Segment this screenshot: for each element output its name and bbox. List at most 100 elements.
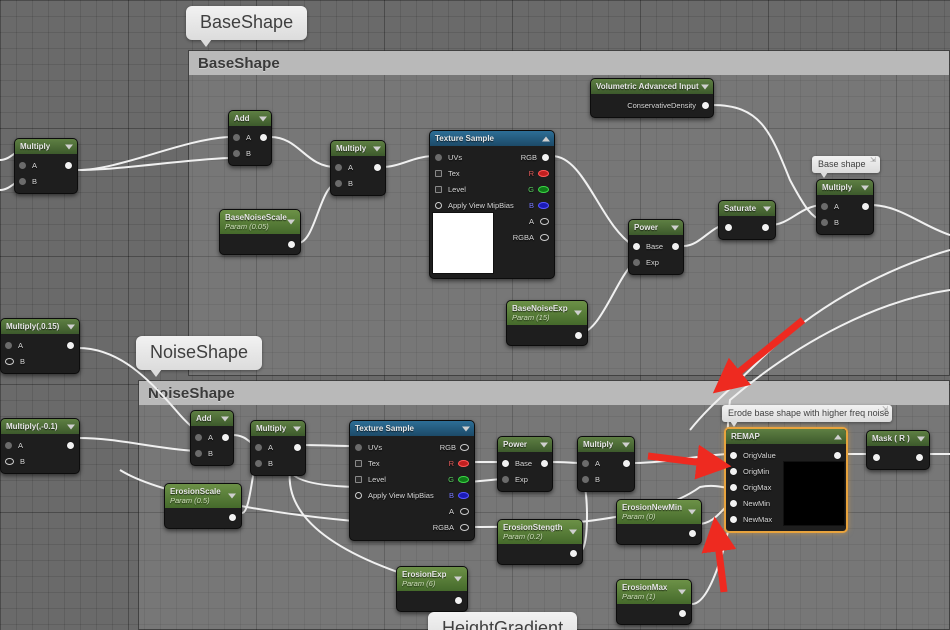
output-pin-icon[interactable] xyxy=(542,153,549,161)
pin-row[interactable]: ConservativeDensity xyxy=(591,97,713,113)
input-pin-icon[interactable] xyxy=(730,467,737,475)
pin-row[interactable]: A xyxy=(1,437,79,453)
pin-row[interactable]: B xyxy=(1,353,79,369)
node-remap[interactable]: REMAP OrigValue OrigMin OrigMax NewMin N… xyxy=(724,427,848,533)
pin-row[interactable]: A xyxy=(1,337,79,353)
comment-title-bar[interactable]: NoiseShape xyxy=(139,381,949,405)
input-pin-icon[interactable] xyxy=(5,341,12,349)
pill-erode-note[interactable]: Erode base shape with higher freq noise … xyxy=(722,405,892,427)
input-pin-icon[interactable] xyxy=(435,185,442,193)
node-header[interactable]: Mask ( R ) xyxy=(867,431,929,446)
input-pin-icon[interactable] xyxy=(435,201,442,209)
pin-row[interactable]: A xyxy=(15,157,77,173)
input-pin-icon[interactable] xyxy=(821,218,828,226)
input-pin-icon[interactable] xyxy=(633,242,640,250)
output-pin-icon[interactable] xyxy=(916,453,923,461)
pin-row[interactable]: A xyxy=(578,455,634,471)
pill-baseshape[interactable]: BaseShape xyxy=(186,6,308,47)
input-pin-icon[interactable] xyxy=(502,459,509,467)
chevron-down-icon[interactable] xyxy=(688,509,696,515)
output-pin-icon[interactable] xyxy=(374,163,381,171)
output-pin-icon[interactable] xyxy=(862,202,869,210)
pin-row[interactable]: Base xyxy=(498,455,552,471)
pin-row[interactable]: B xyxy=(578,471,634,487)
output-pin-icon[interactable] xyxy=(689,530,696,537)
output-pin-icon-red[interactable] xyxy=(458,459,469,467)
chevron-down-icon[interactable] xyxy=(763,206,771,211)
input-pin-icon[interactable] xyxy=(5,457,14,465)
node-header[interactable]: Power xyxy=(498,437,552,452)
node-multiply-baseshape-out[interactable]: Multiply A B xyxy=(816,179,874,235)
node-header[interactable]: Multiply xyxy=(15,139,77,154)
output-pin-icon[interactable] xyxy=(623,459,630,467)
node-header[interactable]: Add xyxy=(229,111,271,126)
chevron-down-icon[interactable] xyxy=(622,442,630,447)
input-pin-icon[interactable] xyxy=(19,161,26,169)
node-header[interactable]: BaseNoiseScale Param (0.05) xyxy=(220,210,300,234)
node-header[interactable]: ErosionScale Param (0.5) xyxy=(165,484,241,508)
input-pin-icon[interactable] xyxy=(730,483,737,491)
input-pin-icon[interactable] xyxy=(255,443,262,451)
node-header[interactable]: REMAP xyxy=(726,429,846,444)
chevron-down-icon[interactable] xyxy=(671,225,679,230)
node-multiply-left-3[interactable]: Multiply(,-0.1) A B xyxy=(0,418,80,474)
input-pin-icon[interactable] xyxy=(195,449,202,457)
node-graph-canvas[interactable]: BaseShape NoiseShape BaseShape NoiseShap… xyxy=(0,0,950,630)
pin-row[interactable]: A xyxy=(331,159,385,175)
node-header[interactable]: Multiply xyxy=(251,421,305,436)
node-texture-sample-baseshape[interactable]: Texture Sample UVs RGB Tex R Level G App… xyxy=(429,130,555,279)
node-header[interactable]: BaseNoiseExp Param (15) xyxy=(507,301,587,325)
input-pin-icon[interactable] xyxy=(582,475,589,483)
node-header[interactable]: Texture Sample xyxy=(350,421,474,436)
output-pin-icon[interactable] xyxy=(762,223,769,231)
output-pin-icon[interactable] xyxy=(541,459,548,467)
chevron-down-icon[interactable] xyxy=(259,116,267,121)
chevron-up-icon[interactable] xyxy=(542,136,550,141)
pin-row[interactable]: UVs RGB xyxy=(430,149,554,165)
output-pin-icon[interactable] xyxy=(65,161,72,169)
input-pin-icon[interactable] xyxy=(335,163,342,171)
pill-heightgradient[interactable]: HeightGradient xyxy=(428,612,578,630)
input-pin-icon[interactable] xyxy=(502,475,509,483)
chevron-up-icon[interactable] xyxy=(834,434,842,439)
node-param-basenoisescale[interactable]: BaseNoiseScale Param (0.05) xyxy=(219,209,301,255)
node-param-erosionnewmin[interactable]: ErosionNewMin Param (0) xyxy=(616,499,702,545)
comment-title-bar[interactable]: BaseShape xyxy=(189,51,949,75)
output-pin-icon[interactable] xyxy=(67,341,74,349)
chevron-down-icon[interactable] xyxy=(287,219,295,225)
input-pin-icon[interactable] xyxy=(633,258,640,266)
node-param-basenoiseexp[interactable]: BaseNoiseExp Param (15) xyxy=(506,300,588,346)
node-param-erosionstength[interactable]: ErosionStength Param (0.2) xyxy=(497,519,583,565)
node-param-erosionmax[interactable]: ErosionMax Param (1) xyxy=(616,579,692,625)
node-header[interactable]: Add xyxy=(191,411,233,426)
output-pin-icon[interactable] xyxy=(672,242,679,250)
input-pin-icon[interactable] xyxy=(730,451,737,459)
node-volumetric-advanced-input[interactable]: Volumetric Advanced Input ConservativeDe… xyxy=(590,78,714,118)
pill-base-shape-note[interactable]: Base shape ⇲ xyxy=(812,156,880,178)
chevron-down-icon[interactable] xyxy=(569,529,577,535)
input-pin-icon[interactable] xyxy=(5,441,12,449)
resize-grip-icon[interactable]: ⇲ xyxy=(870,157,877,167)
output-pin-icon[interactable] xyxy=(260,133,267,141)
input-pin-icon[interactable] xyxy=(435,169,442,177)
node-power-baseshape[interactable]: Power Base Exp xyxy=(628,219,684,275)
pin-row[interactable]: B xyxy=(15,173,77,189)
output-pin-icon-blue[interactable] xyxy=(458,491,469,499)
output-pin-icon[interactable] xyxy=(702,101,709,109)
pin-row[interactable]: Tex R xyxy=(350,455,474,471)
output-pin-icon[interactable] xyxy=(460,523,469,531)
output-pin-icon-green[interactable] xyxy=(538,185,549,193)
pin-row[interactable]: A xyxy=(817,198,873,214)
pin-row[interactable]: B xyxy=(229,145,271,161)
output-pin-icon[interactable] xyxy=(575,332,582,339)
node-header[interactable]: ErosionExp Param (6) xyxy=(397,567,467,591)
input-pin-icon[interactable] xyxy=(195,433,202,441)
node-header[interactable]: ErosionMax Param (1) xyxy=(617,580,691,604)
input-pin-icon[interactable] xyxy=(730,515,737,523)
node-multiply-noiseshape-strength[interactable]: Multiply A B xyxy=(577,436,635,492)
output-pin-icon[interactable] xyxy=(229,514,236,521)
output-pin-icon[interactable] xyxy=(540,233,549,241)
pin-row[interactable]: B xyxy=(817,214,873,230)
chevron-down-icon[interactable] xyxy=(373,146,381,151)
chevron-down-icon[interactable] xyxy=(462,426,470,431)
